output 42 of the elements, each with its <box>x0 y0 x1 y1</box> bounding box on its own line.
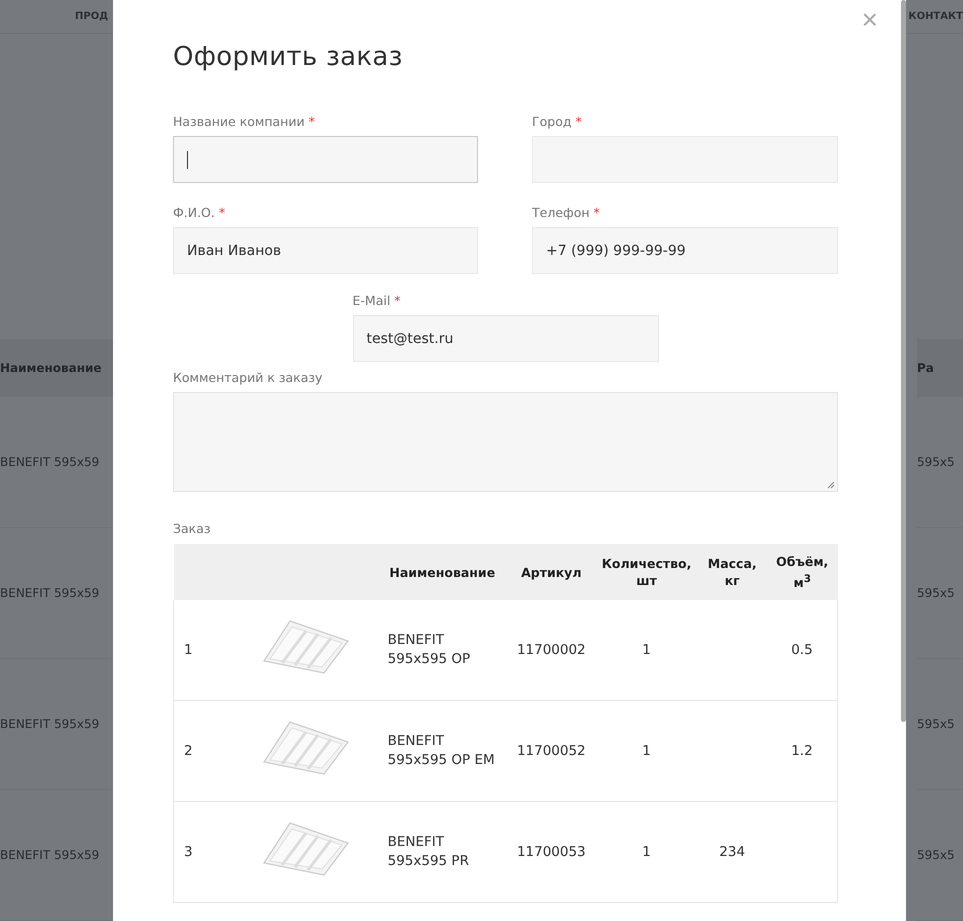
table-cell: 595x5 <box>917 790 963 921</box>
row-number: 1 <box>184 642 193 658</box>
table-cell: 1 <box>642 642 651 658</box>
table-cell: BENEFIT 595x595 PR <box>388 834 469 869</box>
input-field[interactable] <box>173 136 478 183</box>
table-cell: 1.2 <box>791 742 813 758</box>
table-cell: 595x5 <box>917 397 963 528</box>
input-field[interactable]: Иван Иванов <box>173 227 478 274</box>
table-cell: 595x5 <box>917 528 963 659</box>
field-label: Название компании * <box>173 114 316 129</box>
field-label: Телефон * <box>532 205 601 220</box>
column-header: Объём, м$^{3}$ <box>776 554 828 590</box>
table-cell: 0.5 <box>791 642 813 658</box>
table-cell: BENEFIT 595x595 OP <box>388 632 470 667</box>
resize-grip-icon[interactable] <box>827 481 835 489</box>
column-header: Количество, шт <box>602 556 692 588</box>
text-cursor <box>187 150 188 168</box>
table-cell: 11700053 <box>516 844 586 860</box>
column-header: Наименование <box>389 564 496 580</box>
column-header: Ра <box>917 339 963 397</box>
table-cell: 1 <box>642 844 651 860</box>
column-header: Масса, кг <box>708 556 757 588</box>
row-number: 3 <box>184 844 193 860</box>
table-cell: 595x5 <box>917 659 963 790</box>
dialog-title: Оформить заказ <box>173 42 404 72</box>
table-cell: 11700002 <box>516 642 586 658</box>
field-label: Ф.И.О. * <box>173 205 226 220</box>
section-label: Заказ <box>173 521 211 536</box>
table-cell: 234 <box>719 844 746 860</box>
comment-field[interactable] <box>173 392 838 492</box>
column-header: Наименование <box>0 339 115 397</box>
row-number: 2 <box>184 742 193 758</box>
field-label: Город * <box>532 114 583 129</box>
table-cell: 11700052 <box>516 742 586 758</box>
input-field[interactable]: test@test.ru <box>352 315 658 362</box>
table-cell: 1 <box>642 742 651 758</box>
field-label: Комментарий к заказу <box>173 370 324 385</box>
table-cell: BENEFIT 595x595 OP EM <box>388 733 495 768</box>
field-label: E-Mail * <box>352 293 402 308</box>
input-field[interactable]: +7 (999) 999-99-99 <box>532 227 838 274</box>
column-header: Артикул <box>521 564 582 580</box>
scrollbar[interactable] <box>901 0 906 722</box>
